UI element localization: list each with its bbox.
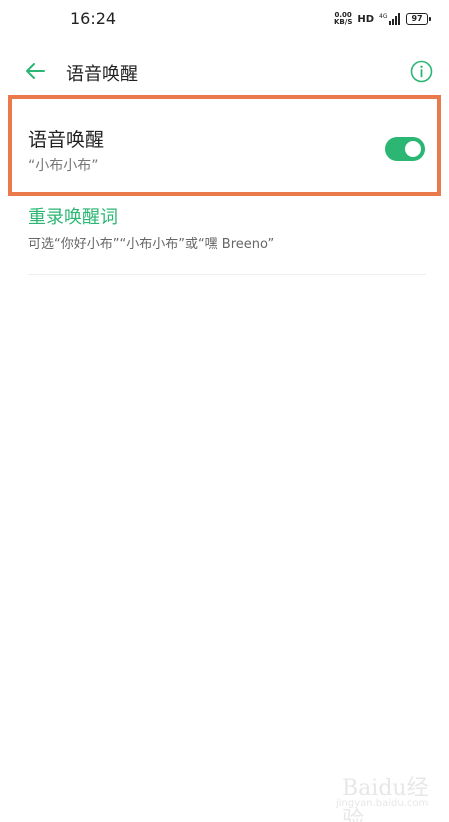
voice-wake-subtitle: “小布小布” bbox=[28, 158, 99, 174]
svg-text:4G: 4G bbox=[379, 13, 388, 20]
hd-label: HD bbox=[357, 13, 375, 25]
watermark-url: jingyan.baidu.com bbox=[336, 798, 429, 809]
page-title: 语音唤醒 bbox=[66, 64, 138, 85]
signal-icon: 4G bbox=[379, 13, 401, 25]
screen: 16:24 0.00 KB/S HD 4G 97 语音唤醒 语音唤醒 “小布小布… bbox=[0, 0, 449, 822]
app-header: 语音唤醒 bbox=[0, 48, 449, 96]
baidu-watermark: Baidu经验 jingyan.baidu.com bbox=[330, 764, 430, 822]
watermark-brand: Baidu经验 bbox=[342, 776, 429, 822]
status-icons: 0.00 KB/S HD 4G 97 bbox=[334, 10, 432, 28]
network-speed: 0.00 KB/S bbox=[334, 12, 352, 26]
info-circle-icon[interactable] bbox=[410, 60, 433, 83]
status-bar: 16:24 0.00 KB/S HD 4G 97 bbox=[0, 0, 449, 40]
toggle-knob bbox=[405, 141, 421, 157]
divider bbox=[28, 274, 426, 275]
arrow-left-icon[interactable] bbox=[24, 60, 46, 82]
status-time: 16:24 bbox=[70, 9, 117, 28]
rerecord-wake-word-subtitle: 可选“你好小布”“小布小布”或“嘿 Breeno” bbox=[28, 237, 275, 252]
voice-wake-toggle[interactable] bbox=[385, 137, 425, 161]
network-speed-unit: KB/S bbox=[334, 18, 353, 26]
battery-icon: 97 bbox=[406, 13, 432, 25]
rerecord-wake-word-link[interactable]: 重录唤醒词 bbox=[28, 203, 118, 229]
voice-wake-title: 语音唤醒 bbox=[28, 129, 105, 151]
